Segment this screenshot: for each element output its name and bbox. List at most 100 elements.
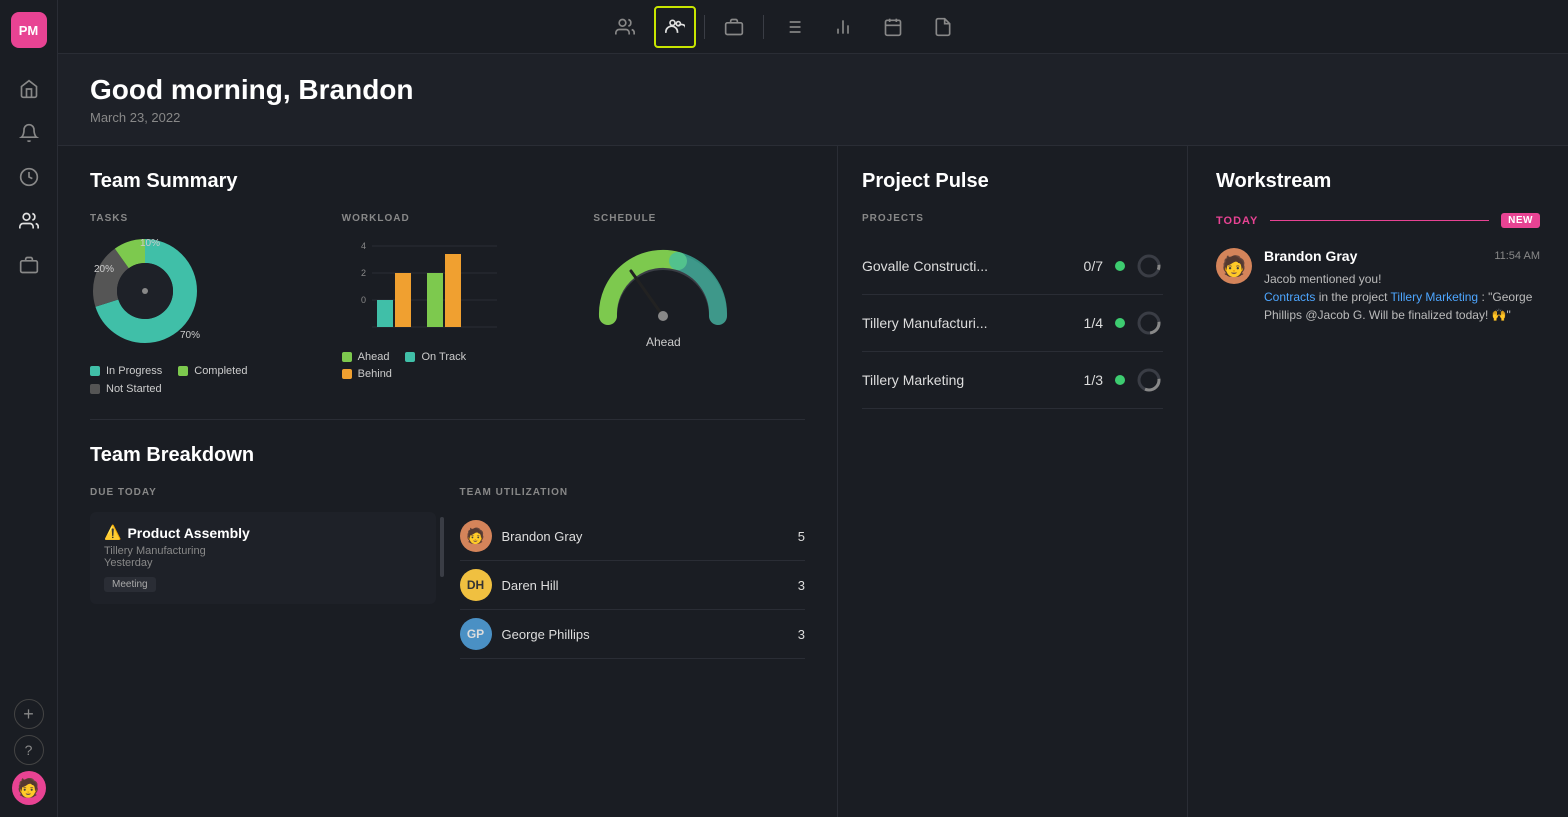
schedule-gauge: Ahead: [593, 236, 733, 349]
top-nav: [0, 0, 1568, 54]
util-row-george[interactable]: GP George Phillips 3: [460, 610, 806, 659]
nav-icon-list[interactable]: [772, 6, 814, 48]
daren-name: Daren Hill: [502, 578, 559, 593]
message-text-middle: in the project: [1319, 290, 1391, 304]
team-breakdown-title: Team Breakdown: [90, 444, 805, 467]
util-user-daren: DH Daren Hill: [460, 569, 559, 601]
george-count: 3: [798, 627, 805, 642]
due-today-col: DUE TODAY ⚠️ Product Assembly Tillery Ma…: [90, 487, 436, 659]
task-tag: Meeting: [104, 577, 156, 592]
project-name-tillery-mfg: Tillery Manufacturi...: [862, 315, 1084, 331]
workload-label: WORKLOAD: [342, 213, 554, 224]
nav-icon-members[interactable]: [604, 6, 646, 48]
nav-icon-calendar[interactable]: [872, 6, 914, 48]
today-line: [1270, 220, 1489, 221]
sidebar-icon-people[interactable]: [10, 202, 48, 240]
middle-panel: Project Pulse PROJECTS Govalle Construct…: [838, 146, 1188, 817]
george-name: George Phillips: [502, 627, 590, 642]
svg-text:2: 2: [361, 268, 366, 278]
nav-icon-team[interactable]: [654, 6, 696, 48]
workload-bar-chart: 4 2 0: [342, 236, 502, 336]
brandon-name: Brandon Gray: [502, 529, 583, 544]
util-row-daren[interactable]: DH Daren Hill 3: [460, 561, 806, 610]
task-card-product-assembly[interactable]: ⚠️ Product Assembly Tillery Manufacturin…: [90, 512, 436, 604]
util-row-brandon[interactable]: 🧑 Brandon Gray 5: [460, 512, 806, 561]
sidebar-icon-home[interactable]: [10, 70, 48, 108]
project-count-govalle: 0/7: [1084, 258, 1103, 274]
sidebar-add-button[interactable]: +: [14, 699, 44, 729]
project-row-govalle[interactable]: Govalle Constructi... 0/7: [862, 238, 1163, 295]
legend-ahead: Ahead: [342, 351, 390, 363]
project-name-tillery-marketing: Tillery Marketing: [862, 372, 1084, 388]
pie-legend: In Progress Completed Not Started: [90, 365, 302, 395]
task-title: ⚠️ Product Assembly: [104, 524, 422, 541]
left-panel: Team Summary TASKS 10% 20%: [58, 146, 838, 817]
sidebar-user-avatar[interactable]: 🧑: [12, 771, 46, 805]
app-logo[interactable]: PM: [11, 12, 47, 48]
pie-label-20: 20%: [94, 264, 114, 275]
team-summary-title: Team Summary: [90, 170, 805, 193]
header-date: March 23, 2022: [90, 110, 1538, 125]
daren-count: 3: [798, 578, 805, 593]
nav-icon-chart[interactable]: [822, 6, 864, 48]
message-body: Brandon Gray 11:54 AM Jacob mentioned yo…: [1264, 248, 1540, 324]
main-wrapper: Good morning, Brandon March 23, 2022 Tea…: [58, 54, 1568, 817]
status-dot-tillery-mfg: [1115, 318, 1125, 328]
project-row-tillery-marketing[interactable]: Tillery Marketing 1/3: [862, 352, 1163, 409]
tasks-label: TASKS: [90, 213, 302, 224]
status-dot-tillery-marketing: [1115, 375, 1125, 385]
sidebar-icon-notifications[interactable]: [10, 114, 48, 152]
workstream-header: TODAY NEW: [1216, 213, 1540, 228]
workstream-title: Workstream: [1216, 170, 1540, 193]
legend-in-progress: In Progress: [90, 365, 162, 377]
schedule-label: SCHEDULE: [593, 213, 805, 224]
message-link-contracts[interactable]: Contracts: [1264, 290, 1315, 304]
tasks-metric: TASKS 10% 20%: [90, 213, 302, 395]
message-time: 11:54 AM: [1494, 250, 1540, 262]
util-user-george: GP George Phillips: [460, 618, 590, 650]
workload-metric: WORKLOAD 4 2 0: [342, 213, 554, 380]
greeting-text: Good morning, Brandon: [90, 74, 1538, 106]
left-sidebar: PM + ? 🧑: [0, 0, 58, 817]
brandon-count: 5: [798, 529, 805, 544]
brandon-avatar: 🧑: [460, 520, 492, 552]
svg-text:0: 0: [361, 295, 366, 305]
progress-ring-tillery-marketing: [1135, 366, 1163, 394]
sidebar-help-button[interactable]: ?: [14, 735, 44, 765]
daren-avatar: DH: [460, 569, 492, 601]
project-count-tillery-mfg: 1/4: [1084, 315, 1103, 331]
project-name-govalle: Govalle Constructi...: [862, 258, 1084, 274]
message-sender: Brandon Gray: [1264, 248, 1357, 264]
pie-label-10: 10%: [140, 238, 160, 249]
nav-icon-portfolio[interactable]: [713, 6, 755, 48]
george-avatar: GP: [460, 618, 492, 650]
sidebar-icon-history[interactable]: [10, 158, 48, 196]
message-card[interactable]: 🧑 Brandon Gray 11:54 AM Jacob mentioned …: [1216, 248, 1540, 324]
sidebar-icon-briefcase[interactable]: [10, 246, 48, 284]
metrics-row: TASKS 10% 20%: [90, 213, 805, 395]
today-label: TODAY: [1216, 215, 1258, 227]
utilization-label: TEAM UTILIZATION: [460, 487, 806, 498]
scrollbar: [440, 517, 444, 577]
nav-divider-1: [704, 15, 705, 39]
progress-ring-tillery-mfg: [1135, 309, 1163, 337]
status-dot-govalle: [1115, 261, 1125, 271]
project-row-tillery-mfg[interactable]: Tillery Manufacturi... 1/4: [862, 295, 1163, 352]
message-avatar: 🧑: [1216, 248, 1252, 284]
message-top: Brandon Gray 11:54 AM: [1264, 248, 1540, 264]
nav-icon-document[interactable]: [922, 6, 964, 48]
legend-completed: Completed: [178, 365, 247, 377]
breakdown-cols: DUE TODAY ⚠️ Product Assembly Tillery Ma…: [90, 487, 805, 659]
task-project: Tillery Manufacturing: [104, 545, 422, 557]
message-text: Jacob mentioned you! Contracts in the pr…: [1264, 270, 1540, 324]
schedule-metric: SCHEDULE Ahead: [593, 213, 805, 349]
legend-not-started: Not Started: [90, 383, 302, 395]
message-link-tillery[interactable]: Tillery Marketing: [1391, 290, 1479, 304]
project-count-tillery-marketing: 1/3: [1084, 372, 1103, 388]
header: Good morning, Brandon March 23, 2022: [58, 54, 1568, 146]
projects-label: PROJECTS: [862, 213, 1163, 224]
util-user-brandon: 🧑 Brandon Gray: [460, 520, 583, 552]
section-divider: [90, 419, 805, 420]
due-today-label: DUE TODAY: [90, 487, 436, 498]
gauge-label: Ahead: [593, 335, 733, 349]
